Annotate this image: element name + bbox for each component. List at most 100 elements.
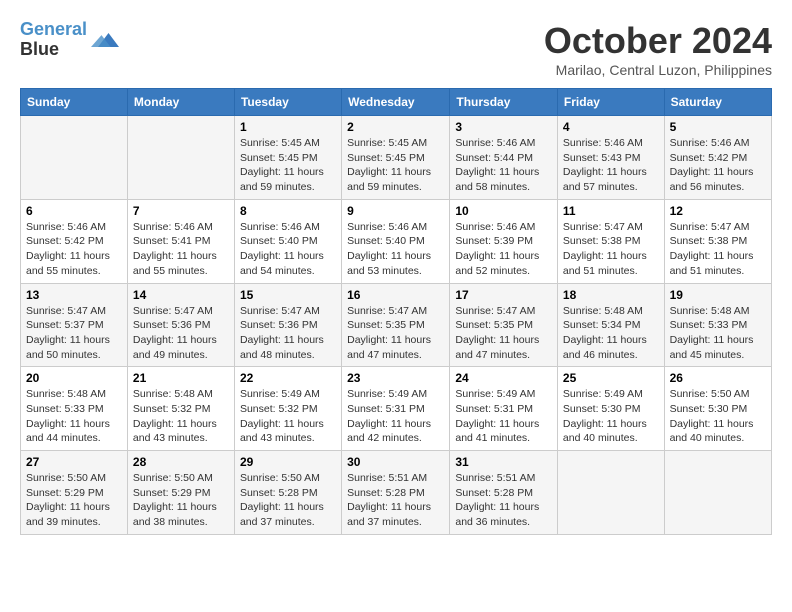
calendar-cell: 20 Sunrise: 5:48 AMSunset: 5:33 PMDayligh… — [21, 367, 128, 451]
day-info: Sunrise: 5:48 AMSunset: 5:33 PMDaylight:… — [26, 387, 122, 446]
day-number: 23 — [347, 371, 444, 385]
title-block: October 2024 Marilao, Central Luzon, Phi… — [544, 20, 772, 78]
calendar-cell: 29 Sunrise: 5:50 AMSunset: 5:28 PMDayligh… — [234, 451, 341, 535]
day-number: 25 — [563, 371, 659, 385]
day-number: 18 — [563, 288, 659, 302]
logo-text: GeneralBlue — [20, 20, 87, 60]
calendar-cell: 15 Sunrise: 5:47 AMSunset: 5:36 PMDayligh… — [234, 283, 341, 367]
page-header: GeneralBlue October 2024 Marilao, Centra… — [20, 20, 772, 78]
day-number: 11 — [563, 204, 659, 218]
day-number: 20 — [26, 371, 122, 385]
day-number: 28 — [133, 455, 229, 469]
day-info: Sunrise: 5:51 AMSunset: 5:28 PMDaylight:… — [455, 471, 552, 530]
calendar-week-row: 1 Sunrise: 5:45 AMSunset: 5:45 PMDaylight… — [21, 116, 772, 200]
logo-icon — [91, 26, 119, 54]
weekday-header: Wednesday — [342, 89, 450, 116]
day-info: Sunrise: 5:50 AMSunset: 5:30 PMDaylight:… — [670, 387, 766, 446]
day-number: 13 — [26, 288, 122, 302]
calendar-cell: 18Sunrise: 5:48 AMSunset: 5:34 PMDayligh… — [557, 283, 664, 367]
day-info: Sunrise: 5:48 AMSunset: 5:33 PMDaylight:… — [670, 304, 766, 363]
day-info: Sunrise: 5:49 AMSunset: 5:32 PMDaylight:… — [240, 387, 336, 446]
calendar-cell: 26 Sunrise: 5:50 AMSunset: 5:30 PMDayligh… — [664, 367, 771, 451]
calendar-cell: 30 Sunrise: 5:51 AMSunset: 5:28 PMDayligh… — [342, 451, 450, 535]
day-number: 31 — [455, 455, 552, 469]
calendar-week-row: 20 Sunrise: 5:48 AMSunset: 5:33 PMDayligh… — [21, 367, 772, 451]
calendar-cell: 19 Sunrise: 5:48 AMSunset: 5:33 PMDayligh… — [664, 283, 771, 367]
calendar-cell — [127, 116, 234, 200]
day-info: Sunrise: 5:46 AMSunset: 5:41 PMDaylight:… — [133, 220, 229, 279]
day-number: 17 — [455, 288, 552, 302]
calendar-cell: 1 Sunrise: 5:45 AMSunset: 5:45 PMDaylight… — [234, 116, 341, 200]
calendar-cell: 27Sunrise: 5:50 AMSunset: 5:29 PMDayligh… — [21, 451, 128, 535]
day-number: 16 — [347, 288, 444, 302]
day-number: 19 — [670, 288, 766, 302]
day-number: 10 — [455, 204, 552, 218]
day-number: 8 — [240, 204, 336, 218]
calendar-cell: 5 Sunrise: 5:46 AMSunset: 5:42 PMDaylight… — [664, 116, 771, 200]
day-number: 1 — [240, 120, 336, 134]
weekday-header: Friday — [557, 89, 664, 116]
weekday-header: Saturday — [664, 89, 771, 116]
calendar-cell — [557, 451, 664, 535]
day-number: 7 — [133, 204, 229, 218]
day-info: Sunrise: 5:47 AMSunset: 5:37 PMDaylight:… — [26, 304, 122, 363]
day-number: 22 — [240, 371, 336, 385]
day-number: 30 — [347, 455, 444, 469]
calendar-cell: 13 Sunrise: 5:47 AMSunset: 5:37 PMDayligh… — [21, 283, 128, 367]
day-info: Sunrise: 5:46 AMSunset: 5:42 PMDaylight:… — [670, 136, 766, 195]
calendar-cell: 28 Sunrise: 5:50 AMSunset: 5:29 PMDayligh… — [127, 451, 234, 535]
weekday-header: Monday — [127, 89, 234, 116]
day-info: Sunrise: 5:48 AMSunset: 5:32 PMDaylight:… — [133, 387, 229, 446]
calendar-cell: 10 Sunrise: 5:46 AMSunset: 5:39 PMDayligh… — [450, 199, 558, 283]
calendar-cell: 4Sunrise: 5:46 AMSunset: 5:43 PMDaylight… — [557, 116, 664, 200]
weekday-header: Tuesday — [234, 89, 341, 116]
calendar-cell: 22 Sunrise: 5:49 AMSunset: 5:32 PMDayligh… — [234, 367, 341, 451]
day-number: 14 — [133, 288, 229, 302]
calendar-cell: 16 Sunrise: 5:47 AMSunset: 5:35 PMDayligh… — [342, 283, 450, 367]
day-info: Sunrise: 5:46 AMSunset: 5:39 PMDaylight:… — [455, 220, 552, 279]
logo: GeneralBlue — [20, 20, 119, 60]
day-info: Sunrise: 5:50 AMSunset: 5:29 PMDaylight:… — [26, 471, 122, 530]
calendar-cell: 9Sunrise: 5:46 AMSunset: 5:40 PMDaylight… — [342, 199, 450, 283]
day-number: 15 — [240, 288, 336, 302]
calendar-cell: 3 Sunrise: 5:46 AMSunset: 5:44 PMDaylight… — [450, 116, 558, 200]
day-info: Sunrise: 5:46 AMSunset: 5:40 PMDaylight:… — [240, 220, 336, 279]
weekday-header: Sunday — [21, 89, 128, 116]
calendar-table: SundayMondayTuesdayWednesdayThursdayFrid… — [20, 88, 772, 535]
day-info: Sunrise: 5:47 AMSunset: 5:38 PMDaylight:… — [563, 220, 659, 279]
day-info: Sunrise: 5:47 AMSunset: 5:38 PMDaylight:… — [670, 220, 766, 279]
day-number: 3 — [455, 120, 552, 134]
calendar-cell: 17 Sunrise: 5:47 AMSunset: 5:35 PMDayligh… — [450, 283, 558, 367]
day-info: Sunrise: 5:47 AMSunset: 5:36 PMDaylight:… — [240, 304, 336, 363]
calendar-cell: 6 Sunrise: 5:46 AMSunset: 5:42 PMDaylight… — [21, 199, 128, 283]
calendar-cell: 25Sunrise: 5:49 AMSunset: 5:30 PMDayligh… — [557, 367, 664, 451]
calendar-week-row: 27Sunrise: 5:50 AMSunset: 5:29 PMDayligh… — [21, 451, 772, 535]
day-info: Sunrise: 5:47 AMSunset: 5:36 PMDaylight:… — [133, 304, 229, 363]
calendar-cell — [664, 451, 771, 535]
day-number: 6 — [26, 204, 122, 218]
calendar-cell: 21 Sunrise: 5:48 AMSunset: 5:32 PMDayligh… — [127, 367, 234, 451]
day-info: Sunrise: 5:50 AMSunset: 5:29 PMDaylight:… — [133, 471, 229, 530]
calendar-cell: 31 Sunrise: 5:51 AMSunset: 5:28 PMDayligh… — [450, 451, 558, 535]
day-number: 2 — [347, 120, 444, 134]
day-info: Sunrise: 5:47 AMSunset: 5:35 PMDaylight:… — [455, 304, 552, 363]
day-number: 21 — [133, 371, 229, 385]
day-number: 4 — [563, 120, 659, 134]
month-title: October 2024 — [544, 20, 772, 62]
calendar-cell: 12Sunrise: 5:47 AMSunset: 5:38 PMDayligh… — [664, 199, 771, 283]
day-info: Sunrise: 5:50 AMSunset: 5:28 PMDaylight:… — [240, 471, 336, 530]
day-number: 5 — [670, 120, 766, 134]
calendar-cell: 2 Sunrise: 5:45 AMSunset: 5:45 PMDaylight… — [342, 116, 450, 200]
day-info: Sunrise: 5:45 AMSunset: 5:45 PMDaylight:… — [240, 136, 336, 195]
day-info: Sunrise: 5:47 AMSunset: 5:35 PMDaylight:… — [347, 304, 444, 363]
day-info: Sunrise: 5:51 AMSunset: 5:28 PMDaylight:… — [347, 471, 444, 530]
day-number: 26 — [670, 371, 766, 385]
day-info: Sunrise: 5:49 AMSunset: 5:31 PMDaylight:… — [455, 387, 552, 446]
calendar-cell: 11 Sunrise: 5:47 AMSunset: 5:38 PMDayligh… — [557, 199, 664, 283]
day-info: Sunrise: 5:46 AMSunset: 5:42 PMDaylight:… — [26, 220, 122, 279]
calendar-cell: 24Sunrise: 5:49 AMSunset: 5:31 PMDayligh… — [450, 367, 558, 451]
day-info: Sunrise: 5:46 AMSunset: 5:44 PMDaylight:… — [455, 136, 552, 195]
day-number: 29 — [240, 455, 336, 469]
calendar-cell: 7 Sunrise: 5:46 AMSunset: 5:41 PMDaylight… — [127, 199, 234, 283]
day-info: Sunrise: 5:45 AMSunset: 5:45 PMDaylight:… — [347, 136, 444, 195]
